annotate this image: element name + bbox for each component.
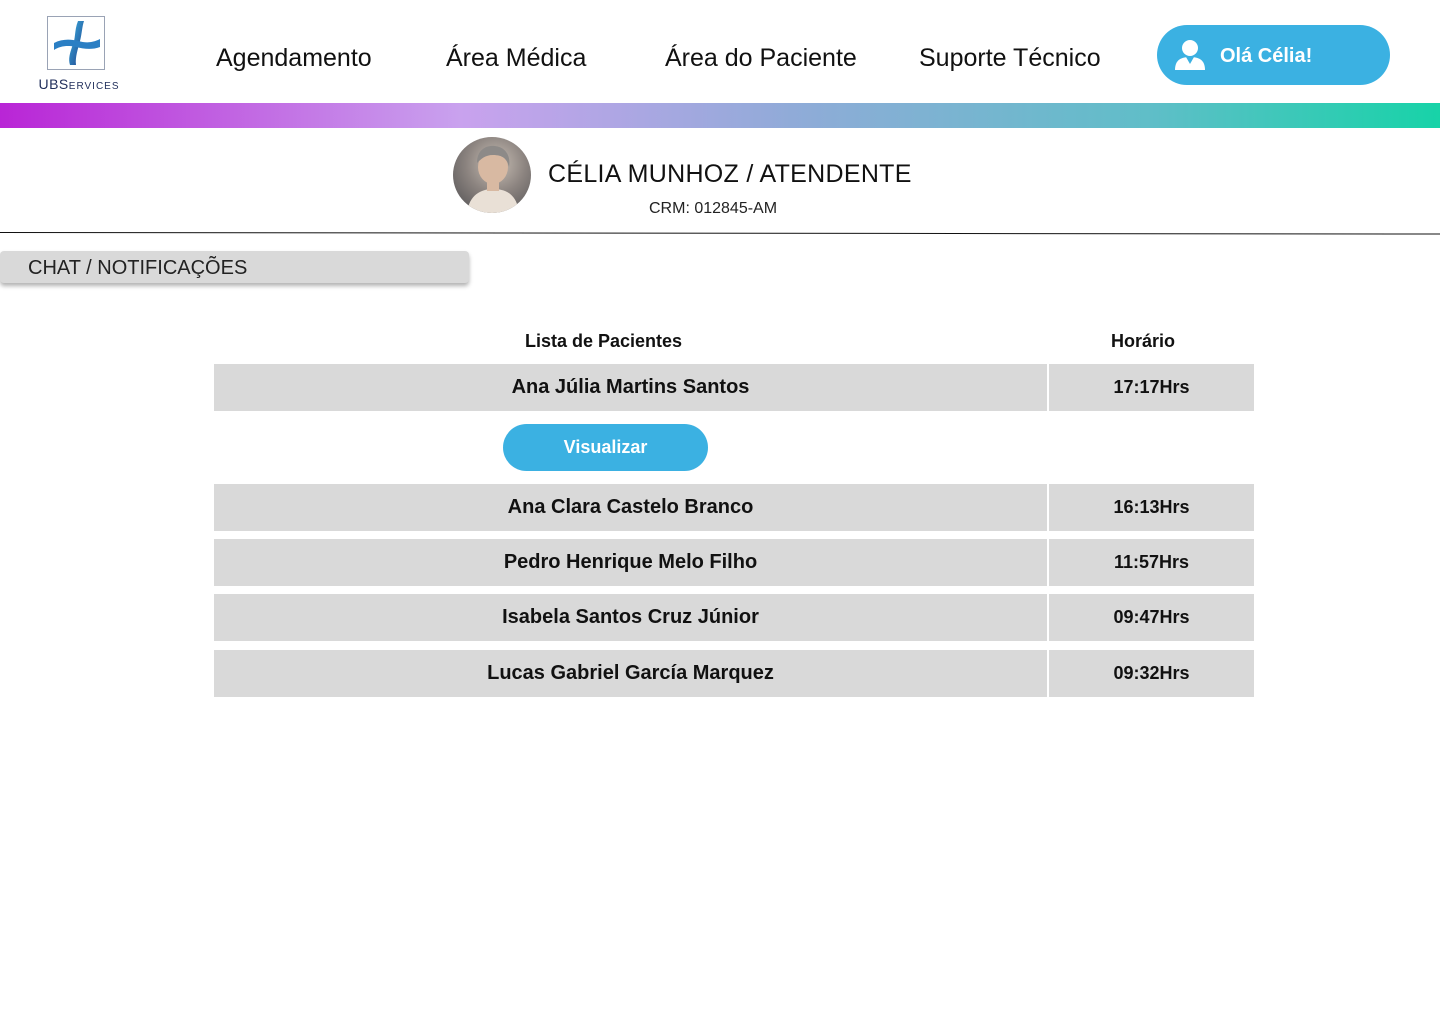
nav-area-medica[interactable]: Área Médica bbox=[446, 44, 586, 73]
logo-wordmark-small: ERVICES bbox=[68, 81, 120, 92]
tab-chat-notificacoes-label: CHAT / NOTIFICAÇÕES bbox=[28, 257, 248, 279]
logo-wordmark: UBSERVICES bbox=[36, 76, 122, 92]
column-header-time: Horário bbox=[1111, 331, 1176, 351]
patient-name-cell: Ana Clara Castelo Branco bbox=[214, 484, 1047, 531]
logo-wordmark-main: UBS bbox=[38, 76, 69, 92]
ubs-logo[interactable]: UBSERVICES bbox=[36, 14, 122, 94]
patient-time-cell: 09:32Hrs bbox=[1049, 650, 1254, 697]
patient-time-cell: 11:57Hrs bbox=[1049, 539, 1254, 586]
header-gradient-bar bbox=[0, 103, 1440, 128]
view-patient-button[interactable]: Visualizar bbox=[503, 424, 708, 471]
user-icon bbox=[1173, 38, 1207, 72]
logo-cross-icon bbox=[47, 16, 105, 70]
patient-time-cell: 17:17Hrs bbox=[1049, 364, 1254, 411]
table-row[interactable]: Ana Clara Castelo Branco 16:13Hrs bbox=[214, 484, 1254, 531]
patient-name-cell: Lucas Gabriel García Marquez bbox=[214, 650, 1047, 697]
patient-name-cell: Isabela Santos Cruz Júnior bbox=[214, 594, 1047, 641]
table-row[interactable]: Ana Júlia Martins Santos 17:17Hrs bbox=[214, 364, 1254, 411]
nav-area-do-paciente[interactable]: Área do Paciente bbox=[665, 44, 857, 73]
nav-suporte-tecnico[interactable]: Suporte Técnico bbox=[919, 44, 1101, 73]
patient-time-cell: 16:13Hrs bbox=[1049, 484, 1254, 531]
patient-name-cell: Pedro Henrique Melo Filho bbox=[214, 539, 1047, 586]
page: UBSERVICES Agendamento Área Médica Área … bbox=[0, 0, 1440, 1024]
user-greeting: Olá Célia! bbox=[1220, 45, 1313, 67]
patient-time-cell: 09:47Hrs bbox=[1049, 594, 1254, 641]
avatar bbox=[453, 137, 531, 213]
section-divider bbox=[0, 232, 1440, 235]
table-row[interactable]: Lucas Gabriel García Marquez 09:32Hrs bbox=[214, 650, 1254, 697]
profile-name: CÉLIA MUNHOZ / ATENDENTE bbox=[548, 160, 912, 188]
top-header: UBSERVICES Agendamento Área Médica Área … bbox=[0, 0, 1440, 103]
user-menu-button[interactable]: Olá Célia! bbox=[1157, 25, 1390, 85]
column-header-patients: Lista de Pacientes bbox=[525, 331, 683, 351]
nav-agendamento[interactable]: Agendamento bbox=[216, 44, 372, 73]
profile-crm: CRM: 012845-AM bbox=[649, 200, 778, 217]
table-row[interactable]: Pedro Henrique Melo Filho 11:57Hrs bbox=[214, 539, 1254, 586]
table-row[interactable]: Isabela Santos Cruz Júnior 09:47Hrs bbox=[214, 594, 1254, 641]
patient-name-cell: Ana Júlia Martins Santos bbox=[214, 364, 1047, 411]
tab-chat-notificacoes[interactable]: CHAT / NOTIFICAÇÕES bbox=[0, 251, 469, 283]
